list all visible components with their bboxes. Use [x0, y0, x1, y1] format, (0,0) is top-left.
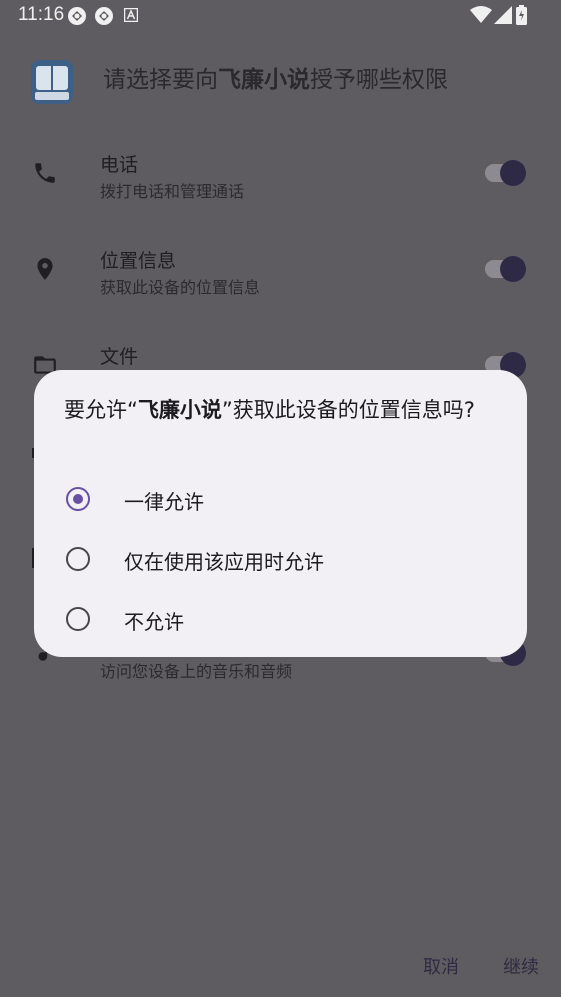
option-allow-while-using[interactable]: 仅在使用该应用时允许 — [34, 533, 527, 589]
title-app-name: 飞廉小说 — [218, 67, 310, 93]
phone-icon — [35, 163, 55, 183]
app-notification-icon — [68, 7, 86, 25]
permission-subtitle: 访问您设备上的音乐和音频 — [100, 662, 293, 681]
cancel-button[interactable]: 取消 — [423, 953, 459, 979]
continue-button[interactable]: 继续 — [503, 953, 539, 979]
font-a-icon — [124, 8, 138, 22]
location-permission-dialog: 要允许“飞廉小说”获取此设备的位置信息吗? 一律允许 仅在使用该应用时允许 不允… — [34, 370, 527, 657]
dialog-message: 要允许“飞廉小说”获取此设备的位置信息吗? — [64, 394, 504, 426]
option-label: 不允许 — [124, 610, 184, 634]
status-bar: 11:16 — [0, 0, 561, 32]
page-title: 请选择要向飞廉小说授予哪些权限 — [103, 60, 448, 94]
app-icon — [31, 60, 73, 104]
permission-title: 电话 — [100, 154, 139, 176]
permission-toggle-phone[interactable] — [485, 160, 527, 186]
location-icon — [37, 258, 53, 280]
dialog-message-suffix: ”获取此设备的位置信息吗? — [221, 398, 475, 422]
option-label: 一律允许 — [124, 490, 204, 514]
permission-title: 位置信息 — [100, 250, 177, 272]
radio-button[interactable] — [66, 607, 90, 631]
permission-row-phone[interactable]: 电话 拨打电话和管理通话 — [0, 150, 561, 230]
wifi-icon — [470, 6, 492, 23]
radio-button[interactable] — [66, 487, 90, 511]
permission-subtitle: 获取此设备的位置信息 — [100, 278, 261, 297]
permission-screen: 11:16 请选择要向飞廉小说授予哪些权限 电话 拨打电话和管理通话 位置信息 … — [0, 0, 561, 997]
option-deny[interactable]: 不允许 — [34, 593, 527, 649]
permission-toggle-location[interactable] — [485, 256, 527, 282]
permission-row-location[interactable]: 位置信息 获取此设备的位置信息 — [0, 246, 561, 326]
radio-button[interactable] — [66, 547, 90, 571]
dialog-app-name: 飞廉小说 — [137, 398, 222, 422]
option-always-allow[interactable]: 一律允许 — [34, 473, 527, 529]
status-time: 11:16 — [18, 4, 65, 25]
permission-subtitle: 拨打电话和管理通话 — [100, 182, 245, 201]
cellular-signal-icon — [494, 6, 512, 24]
app-notification-icon — [95, 7, 113, 25]
battery-icon — [516, 5, 527, 25]
title-suffix: 授予哪些权限 — [310, 67, 448, 93]
title-prefix: 请选择要向 — [103, 67, 218, 93]
permission-title: 文件 — [100, 346, 139, 368]
option-label: 仅在使用该应用时允许 — [124, 550, 324, 574]
dialog-message-prefix: 要允许“ — [64, 398, 138, 422]
